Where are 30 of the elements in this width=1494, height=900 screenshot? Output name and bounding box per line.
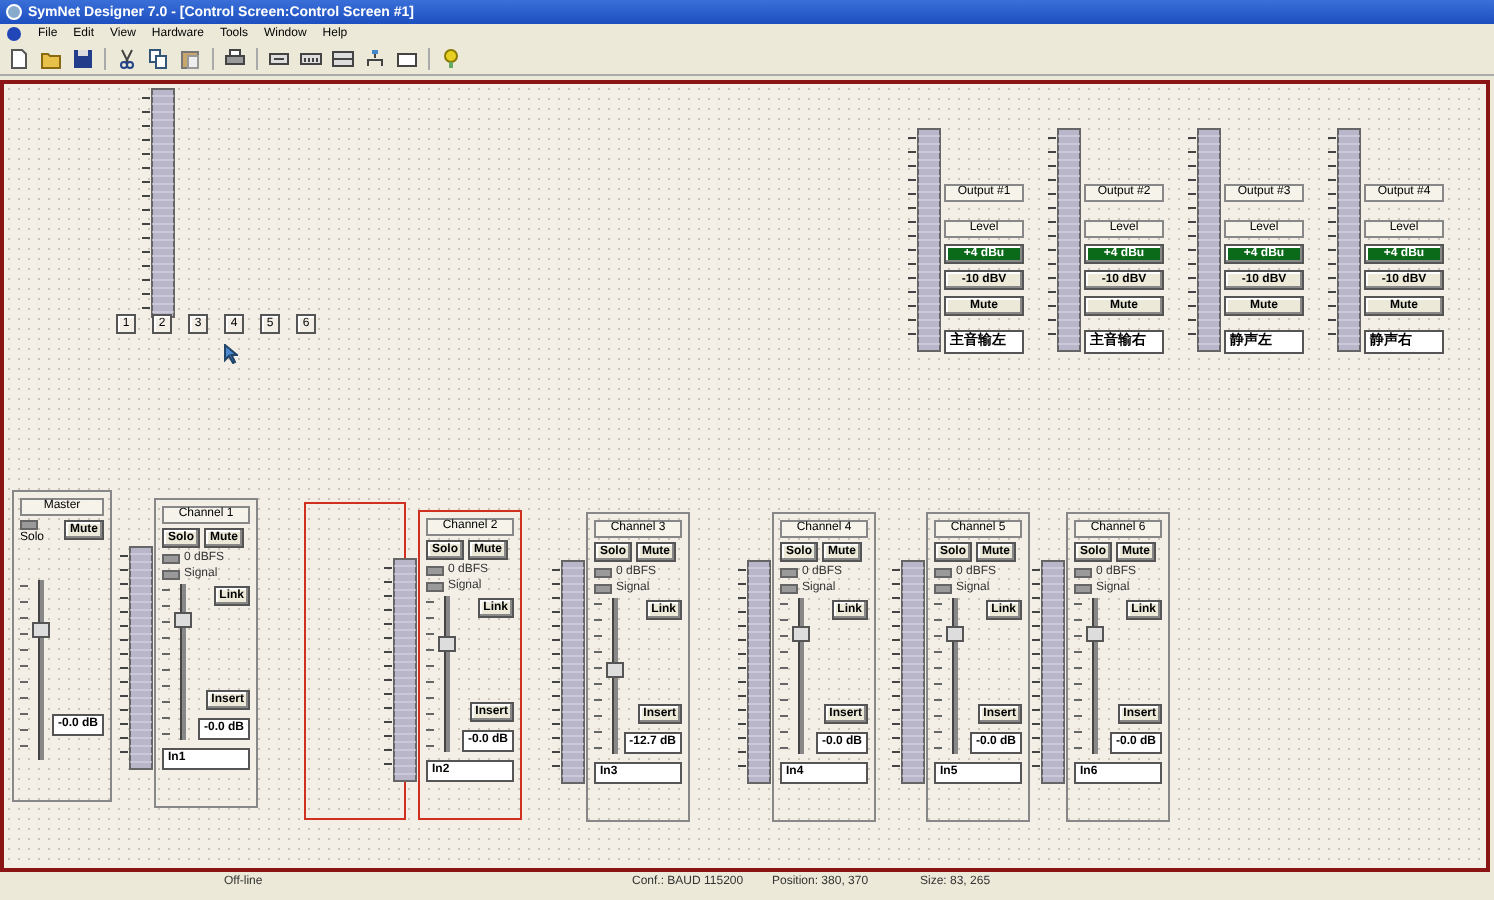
rack-icon[interactable] [300, 48, 322, 70]
scissors-icon[interactable] [116, 48, 138, 70]
fader-thumb[interactable] [606, 661, 624, 677]
window-icon[interactable] [396, 48, 418, 70]
fader-track[interactable] [180, 584, 186, 740]
app-icon [6, 4, 22, 20]
fader-thumb[interactable] [438, 635, 456, 652]
folder-icon[interactable] [40, 48, 62, 70]
new-file-icon[interactable] [8, 48, 30, 70]
printer-icon[interactable] [224, 48, 246, 70]
solo-checkbox[interactable] [20, 520, 38, 530]
pointer-icon [224, 344, 238, 364]
rack-icon[interactable] [332, 48, 354, 70]
device-icon[interactable] [268, 48, 290, 70]
fader-thumb[interactable] [946, 626, 964, 642]
fader-thumb[interactable] [792, 626, 810, 642]
fader-track[interactable] [798, 598, 804, 754]
fader-track[interactable] [952, 598, 958, 754]
paste-icon[interactable] [180, 48, 202, 70]
fader-thumb[interactable] [32, 621, 50, 637]
fader-track[interactable] [444, 596, 450, 752]
fader-thumb[interactable] [174, 612, 192, 628]
network-icon[interactable] [364, 48, 386, 70]
copy-icon[interactable] [148, 48, 170, 70]
save-icon[interactable] [72, 48, 94, 70]
fader-track[interactable] [612, 598, 618, 754]
help-icon[interactable] [440, 48, 462, 70]
fader-thumb[interactable] [1086, 626, 1104, 642]
fader-track[interactable] [38, 580, 44, 760]
fader-track[interactable] [1092, 598, 1098, 754]
